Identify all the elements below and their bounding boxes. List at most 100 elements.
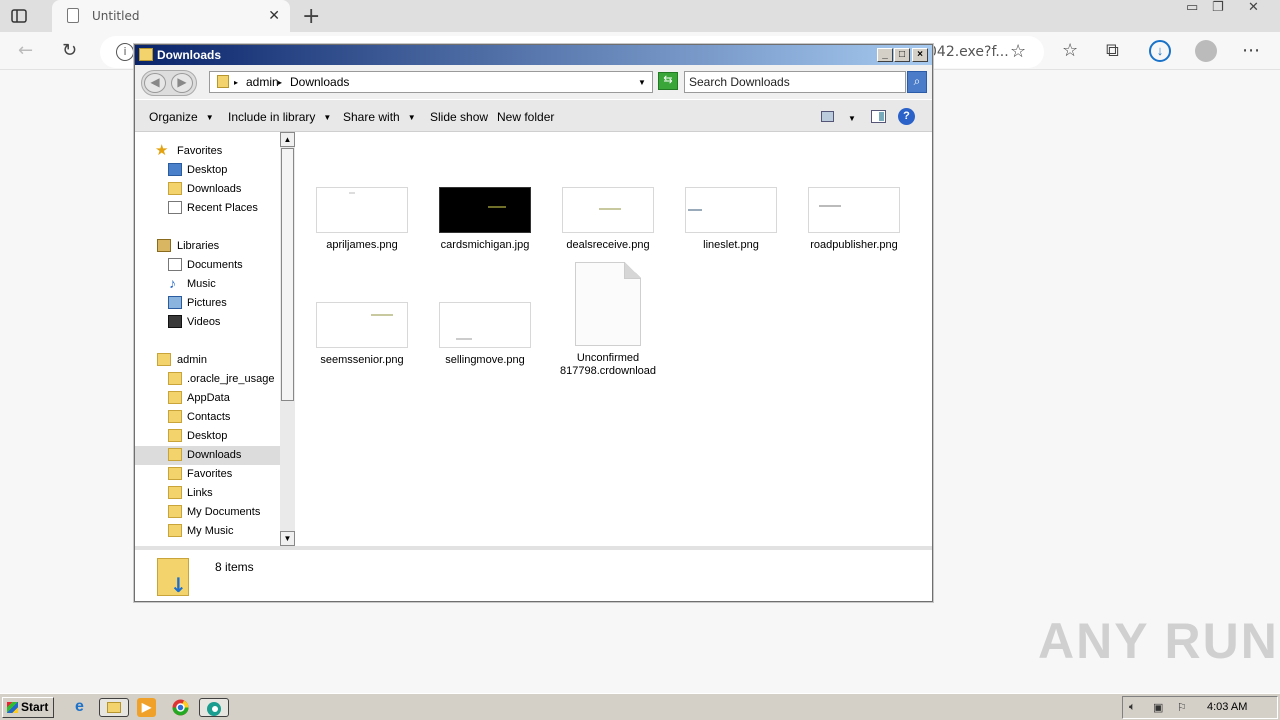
nav-label: Music: [187, 278, 216, 290]
breadcrumb-admin[interactable]: admin: [246, 75, 279, 89]
breadcrumb-downloads[interactable]: Downloads: [290, 75, 349, 89]
explorer-close-button[interactable]: ×: [912, 48, 928, 62]
breadcrumb[interactable]: ▸ admin ▸ Downloads ▼: [209, 71, 653, 93]
nav-libraries-videos[interactable]: Videos: [135, 313, 280, 332]
chevron-right-icon[interactable]: ▸: [278, 78, 282, 87]
search-input[interactable]: [689, 74, 899, 90]
internet-explorer-icon[interactable]: e: [70, 698, 89, 717]
explorer-maximize-button[interactable]: □: [894, 48, 910, 62]
nav-admin-downloads[interactable]: Downloads: [135, 446, 280, 465]
search-icon[interactable]: ⌕: [907, 71, 927, 93]
clock[interactable]: 4:03 AM: [1207, 701, 1247, 713]
minimize-icon[interactable]: ▭: [1186, 0, 1198, 20]
recent-places-icon: [168, 201, 182, 214]
nav-favorites[interactable]: ★ Favorites: [135, 142, 280, 161]
chrome-icon[interactable]: [171, 698, 190, 717]
flag-icon[interactable]: ⚐: [1177, 701, 1191, 714]
refresh-icon[interactable]: ↻: [62, 40, 77, 61]
item-count: 8 items: [215, 560, 254, 574]
browser-tab[interactable]: Untitled ✕: [52, 0, 290, 32]
nav-admin-contacts[interactable]: Contacts: [135, 408, 280, 427]
scroll-up-icon[interactable]: ▲: [280, 132, 295, 147]
nav-favorites-recent-places[interactable]: Recent Places: [135, 199, 280, 218]
file-name-line1: Unconfirmed: [576, 352, 640, 364]
add-favorite-icon[interactable]: ☆: [1010, 41, 1026, 62]
explorer-titlebar[interactable]: Downloads _ □ ×: [135, 45, 932, 65]
chevron-right-icon[interactable]: ▸: [234, 78, 238, 87]
restore-icon[interactable]: ❐: [1212, 0, 1224, 20]
site-info-icon[interactable]: i: [116, 43, 134, 61]
file-item[interactable]: dealsreceive.png: [553, 187, 663, 252]
chevron-down-icon[interactable]: ▼: [638, 78, 646, 87]
back-icon[interactable]: ←: [18, 40, 33, 61]
file-item[interactable]: Unconfirmed 817798.crdownload: [553, 262, 663, 378]
address-url: 042.exe?f...: [928, 44, 1009, 60]
back-button[interactable]: ◀: [144, 73, 166, 93]
scroll-down-icon[interactable]: ▼: [280, 531, 295, 546]
taskbar: Start e ▶ 🔈︎ ▣ ⚐ 4:03 AM: [0, 693, 1280, 720]
nav-label: Videos: [187, 316, 221, 328]
file-item[interactable]: cardsmichigan.jpg: [430, 187, 540, 252]
file-name: apriljames.png: [326, 239, 398, 251]
file-item[interactable]: sellingmove.png: [430, 302, 540, 367]
nav-admin[interactable]: admin: [135, 351, 280, 370]
edge-icon[interactable]: [199, 698, 229, 717]
downloads-folder-icon: [157, 558, 189, 597]
new-folder-button[interactable]: New folder: [497, 110, 554, 124]
volume-icon[interactable]: 🔈︎: [1129, 701, 1143, 714]
more-menu-icon[interactable]: ⋯: [1242, 40, 1260, 61]
favorites-icon[interactable]: ☆: [1062, 40, 1078, 61]
tab-close-icon[interactable]: ✕: [268, 7, 280, 24]
file-item[interactable]: apriljames.png: [307, 187, 417, 252]
profile-avatar[interactable]: [1195, 40, 1217, 62]
nav-admin-my-documents[interactable]: My Documents: [135, 503, 280, 522]
nav-admin-oracle-jre-usage[interactable]: .oracle_jre_usage: [135, 370, 280, 389]
organize-button[interactable]: Organize ▼: [149, 110, 214, 124]
downloads-icon[interactable]: ↓: [1149, 40, 1171, 62]
explorer-minimize-button[interactable]: _: [877, 48, 893, 62]
nav-admin-appdata[interactable]: AppData: [135, 389, 280, 408]
scroll-thumb[interactable]: [281, 148, 294, 401]
nav-libraries-music[interactable]: ♪ Music: [135, 275, 280, 294]
pictures-icon: [168, 296, 182, 309]
search-box[interactable]: [684, 71, 906, 93]
nav-favorites-desktop[interactable]: Desktop: [135, 161, 280, 180]
nav-label: Links: [187, 487, 213, 499]
nav-libraries-pictures[interactable]: Pictures: [135, 294, 280, 313]
file-list: apriljames.png cardsmichigan.jpg dealsre…: [297, 132, 932, 546]
collections-icon[interactable]: ⧉: [1106, 40, 1119, 61]
view-options-chevron-icon[interactable]: ▼: [848, 111, 856, 125]
nav-libraries[interactable]: Libraries: [135, 237, 280, 256]
network-icon[interactable]: ▣: [1153, 701, 1167, 714]
nav-label: admin: [177, 354, 207, 366]
nav-admin-my-music[interactable]: My Music: [135, 522, 280, 541]
include-in-library-button[interactable]: Include in library ▼: [228, 110, 331, 124]
nav-favorites-downloads[interactable]: Downloads: [135, 180, 280, 199]
nav-admin-favorites[interactable]: Favorites: [135, 465, 280, 484]
forward-button[interactable]: ▶: [171, 73, 193, 93]
media-player-icon[interactable]: ▶: [137, 698, 156, 717]
tab-actions-icon[interactable]: [10, 7, 28, 25]
nav-libraries-documents[interactable]: Documents: [135, 256, 280, 275]
preview-pane-icon[interactable]: [871, 110, 886, 123]
nav-label: AppData: [187, 392, 230, 404]
refresh-button[interactable]: ⇆: [658, 72, 678, 90]
slide-show-button[interactable]: Slide show: [430, 110, 488, 124]
nav-admin-links[interactable]: Links: [135, 484, 280, 503]
nav-admin-desktop[interactable]: Desktop: [135, 427, 280, 446]
close-window-icon[interactable]: ✕: [1248, 0, 1259, 20]
change-view-icon[interactable]: [821, 111, 834, 122]
file-item[interactable]: seemssenior.png: [307, 302, 417, 367]
nav-label: Recent Places: [187, 202, 258, 214]
document-icon: [575, 262, 641, 346]
file-item[interactable]: roadpublisher.png: [799, 187, 909, 252]
help-icon[interactable]: ?: [898, 108, 915, 125]
links-folder-icon: [168, 486, 182, 499]
browser-tab-bar: Untitled ✕ + ▭ ❐ ✕: [0, 0, 1280, 32]
start-button[interactable]: Start: [2, 697, 54, 718]
explorer-taskbar-icon[interactable]: [99, 698, 129, 717]
new-tab-icon[interactable]: +: [302, 4, 320, 29]
nav-scrollbar[interactable]: ▲ ▼: [280, 132, 295, 546]
share-with-button[interactable]: Share with ▼: [343, 110, 416, 124]
file-item[interactable]: lineslet.png: [676, 187, 786, 252]
